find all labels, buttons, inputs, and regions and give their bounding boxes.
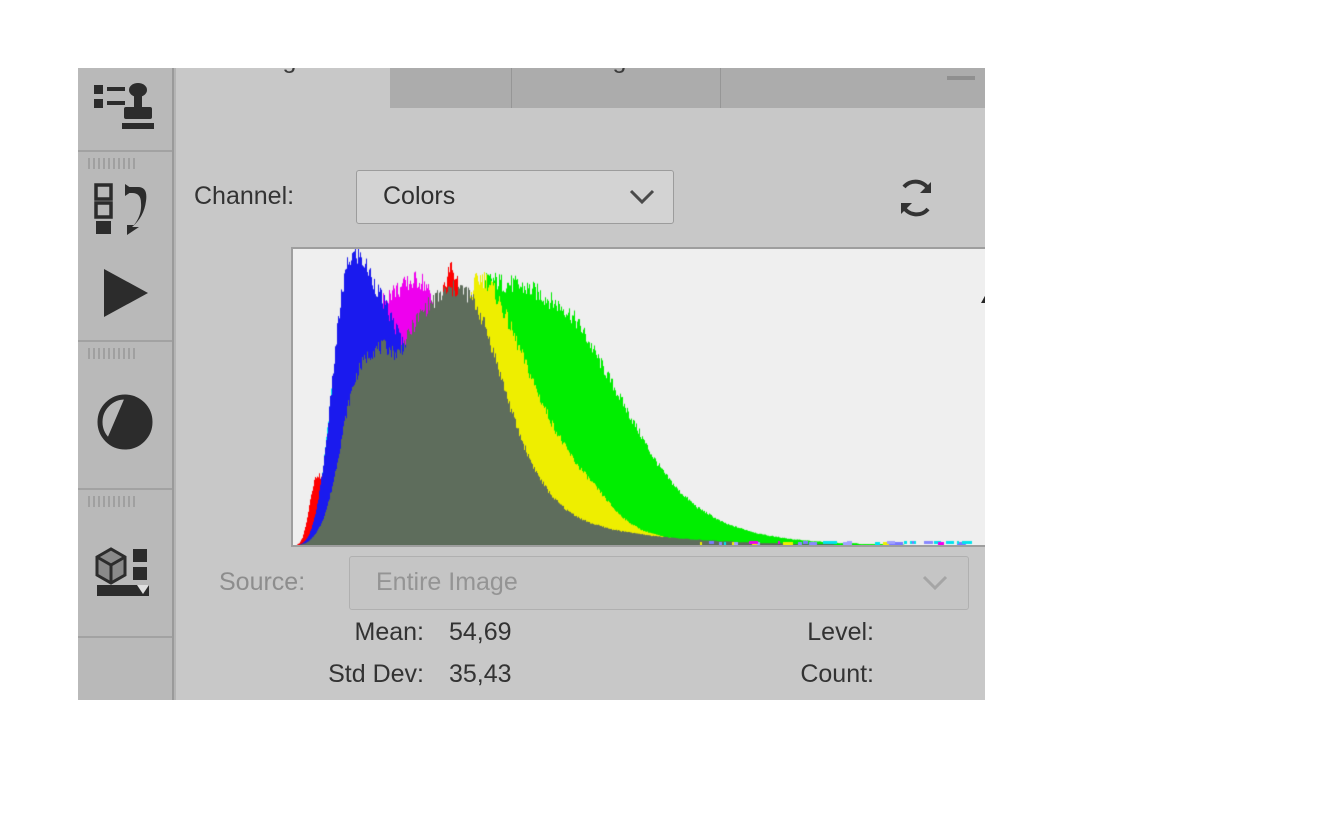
panel-menu-icon[interactable] — [947, 76, 975, 80]
chevron-down-icon — [629, 189, 655, 210]
stat-row: Std Dev: 35,43 Count: — [194, 660, 969, 700]
source-label: Source: — [219, 568, 306, 596]
histogram-canvas — [293, 249, 985, 545]
rail-group-empty — [78, 638, 172, 700]
source-select[interactable]: Entire Image — [349, 556, 969, 610]
panel-tab-strip: Histogram Info Navigator — [176, 68, 985, 108]
rail-group-styles — [78, 68, 172, 152]
source-selected-value: Entire Image — [376, 568, 518, 596]
warning-triangle-icon[interactable] — [980, 267, 985, 310]
tab-navigator[interactable]: Navigator — [512, 68, 721, 108]
tab-navigator-label: Navigator — [563, 68, 670, 75]
stat-row: Mean: 54,69 Level: — [194, 618, 969, 660]
statistics-block: Mean: 54,69 Level: Std Dev: 35,43 Count:… — [194, 618, 969, 700]
chevron-down-icon-source — [922, 575, 948, 596]
histogram-tab-content: Channel: Colors Source: Entire Image Mea… — [176, 108, 985, 700]
stat-value-mean: 54,69 — [449, 618, 512, 646]
3d-layers-icon[interactable] — [78, 506, 172, 634]
histogram-panel-dock: Histogram Info Navigator Channel: Colo — [78, 68, 985, 700]
tab-histogram[interactable]: Histogram — [176, 68, 390, 108]
play-action-icon[interactable] — [78, 250, 172, 336]
tool-icon-rail — [78, 68, 174, 700]
channel-label: Channel: — [194, 182, 295, 210]
rail-grip-handle-2[interactable] — [78, 342, 172, 359]
rail-grip-handle-3[interactable] — [78, 490, 172, 507]
channel-selected-value: Colors — [383, 182, 456, 210]
stat-label-std-dev: Std Dev: — [328, 660, 424, 688]
stat-label-mean: Mean: — [354, 618, 424, 646]
channel-row: Channel: Colors — [194, 170, 969, 226]
adjustments-halfcircle-icon[interactable] — [78, 358, 172, 486]
rail-grip-handle[interactable] — [78, 152, 172, 169]
history-undo-icon[interactable] — [78, 168, 172, 250]
histogram-panel-body: Histogram Info Navigator Channel: Colo — [176, 68, 985, 700]
channel-select[interactable]: Colors — [356, 170, 674, 224]
source-row: Source: Entire Image — [194, 556, 969, 612]
screenshot-root: Histogram Info Navigator Channel: Colo — [0, 0, 1344, 815]
tab-info[interactable]: Info — [390, 68, 512, 108]
rail-group-history — [78, 152, 172, 342]
histogram-plot[interactable] — [291, 247, 985, 547]
refresh-icon[interactable] — [894, 176, 938, 220]
clone-stamp-icon[interactable] — [78, 68, 172, 152]
rail-group-3d — [78, 490, 172, 638]
tab-info-label: Info — [430, 68, 472, 75]
stat-label-count: Count: — [800, 660, 874, 688]
stat-label-level: Level: — [807, 618, 874, 646]
tab-histogram-label: Histogram — [226, 68, 340, 75]
tab-strip-filler — [721, 68, 985, 108]
stat-value-std-dev: 35,43 — [449, 660, 512, 688]
rail-group-adjustments — [78, 342, 172, 490]
